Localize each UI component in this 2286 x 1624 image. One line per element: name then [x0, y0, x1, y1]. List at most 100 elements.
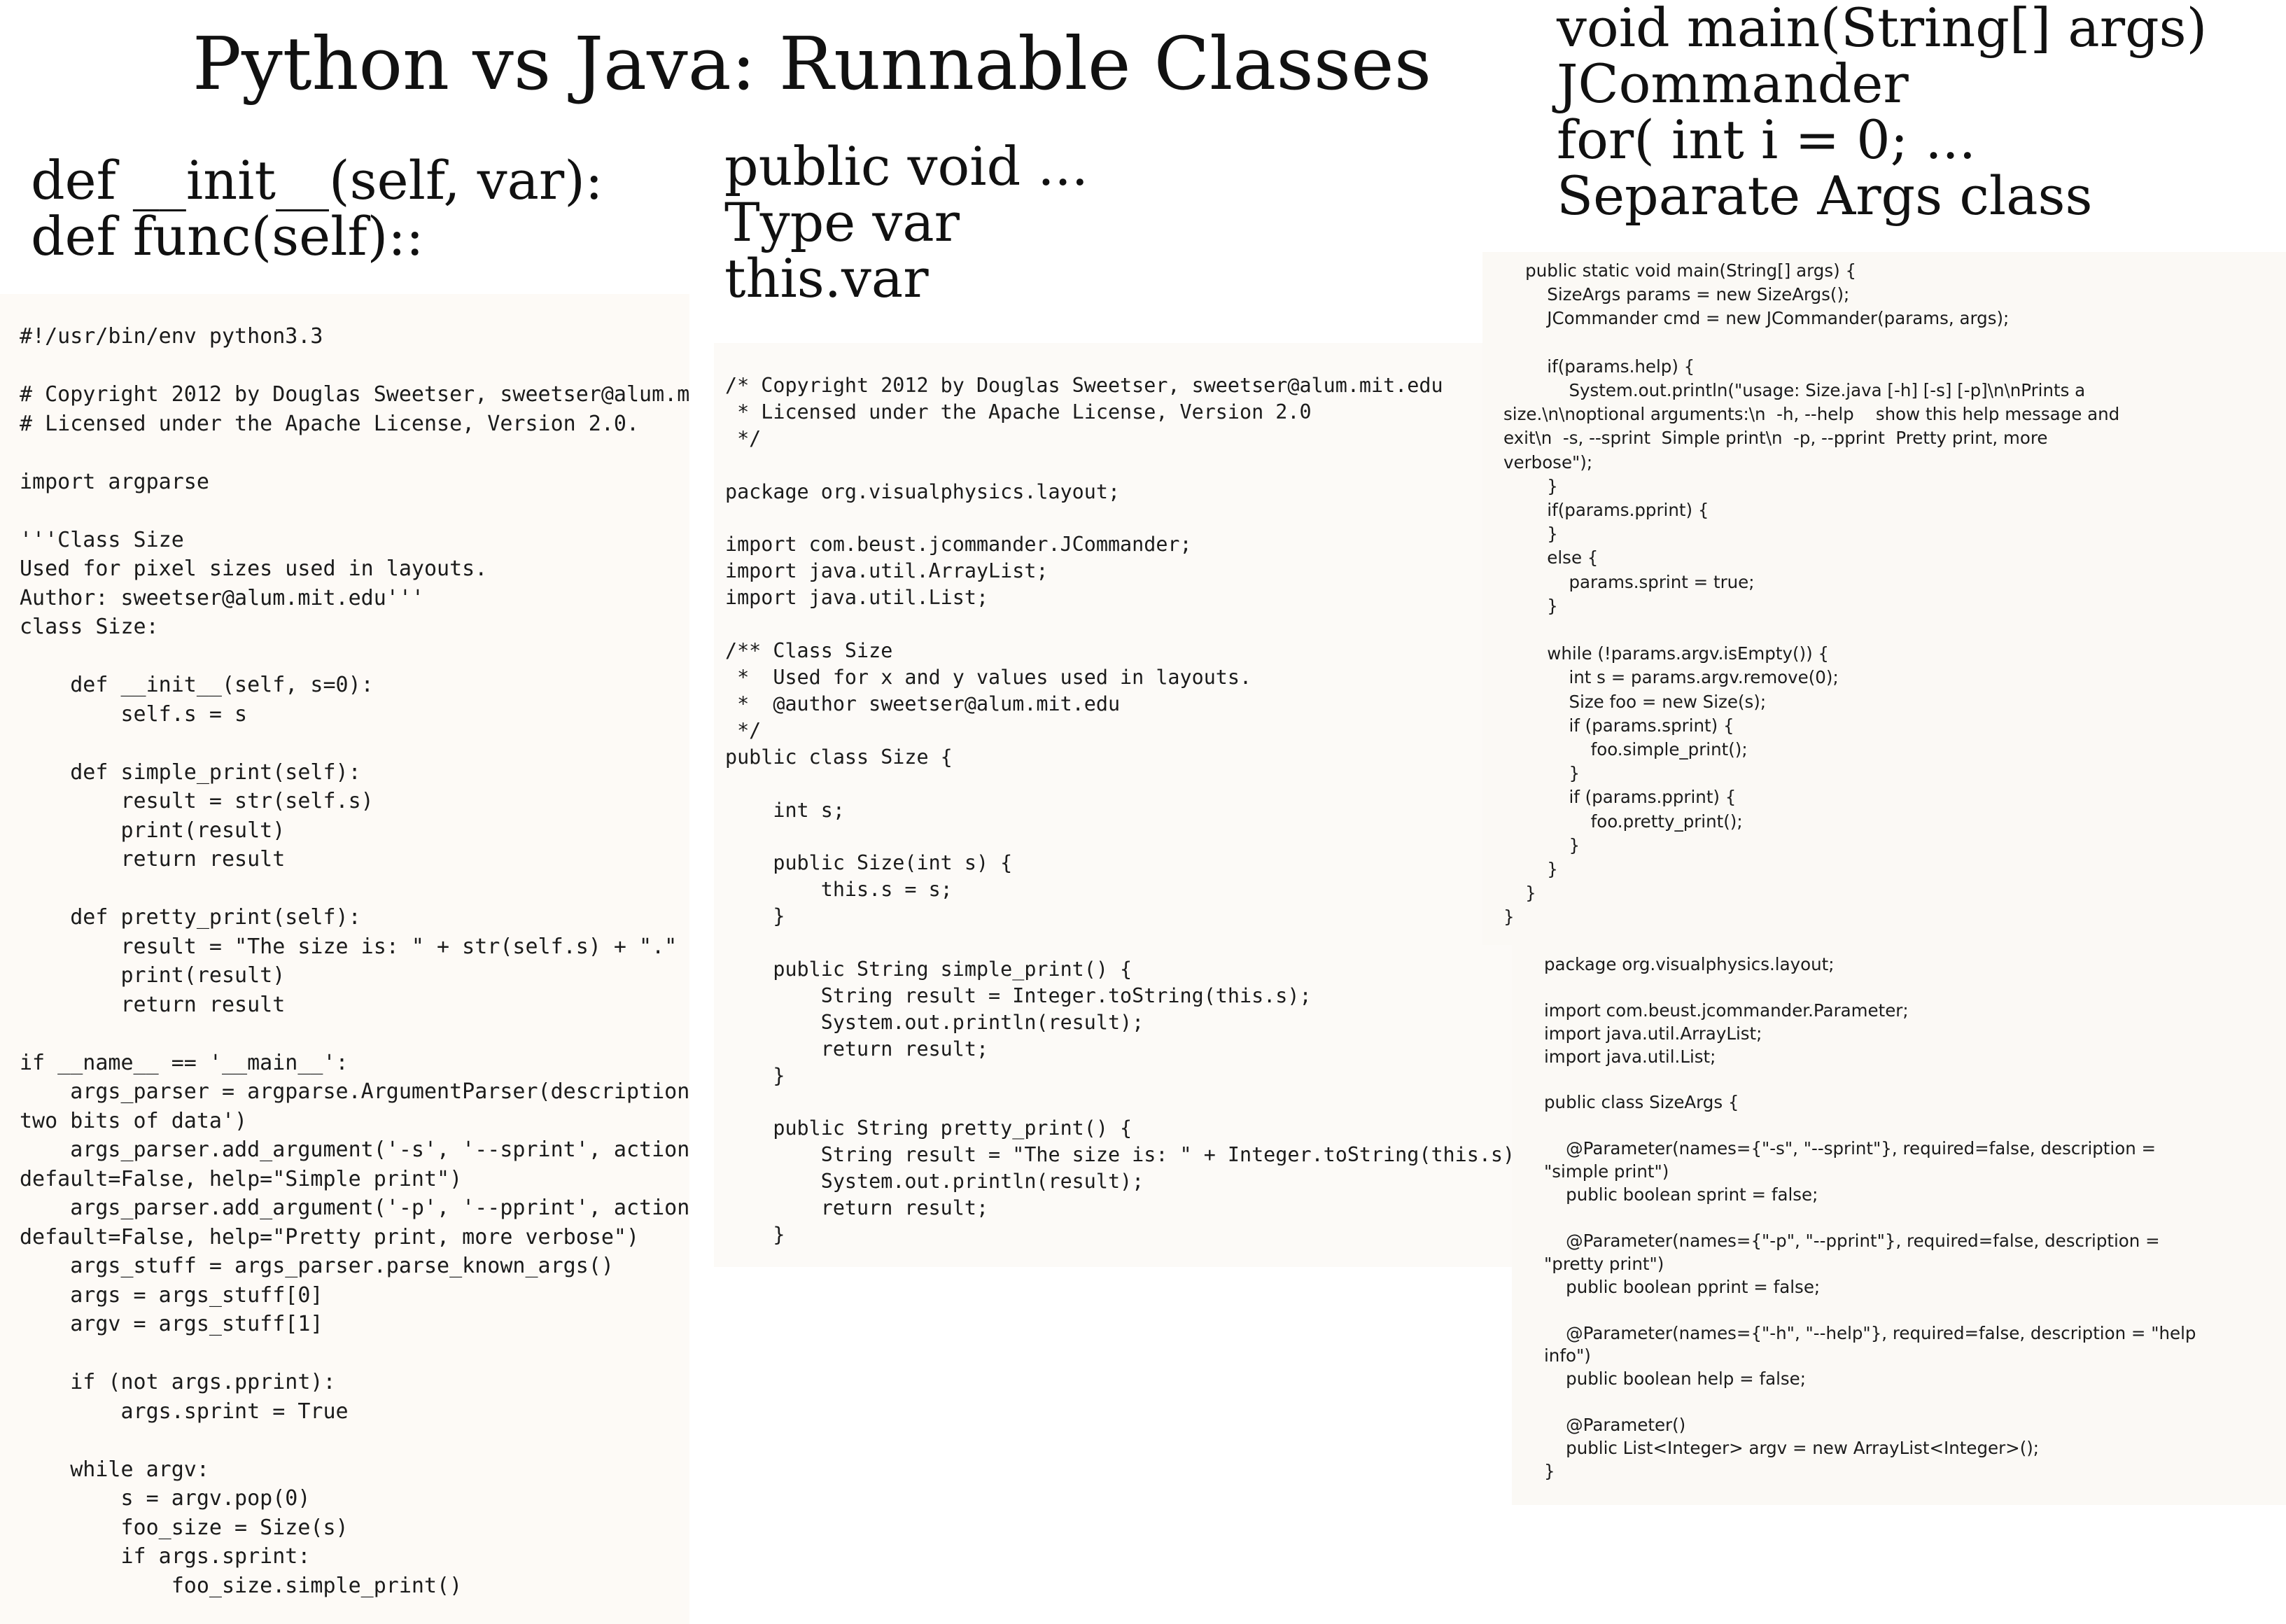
code-line: @Parameter(names={"-s", "--sprint"}, req… — [1544, 1138, 2157, 1159]
code-line: def simple_print(self): — [20, 760, 361, 785]
code-line: package org.visualphysics.layout; — [1544, 954, 1835, 974]
code-line: if(params.pprint) { — [1503, 500, 1709, 521]
code-line: } — [725, 1063, 785, 1087]
code-line: if (not args.pprint): — [20, 1370, 336, 1394]
code-line: foo_size.simple_print() — [20, 1573, 463, 1598]
code-line: import argparse — [20, 469, 209, 494]
code-line: public List<Integer> argv = new ArrayLis… — [1544, 1438, 2040, 1459]
java-main-code-scan: public static void main(String[] args) {… — [1482, 252, 2286, 945]
code-line: } — [725, 904, 785, 928]
code-line: @Parameter() — [1544, 1415, 1686, 1436]
code-line: } — [1503, 859, 1558, 880]
code-line: exit\n -s, --sprint Simple print\n -p, -… — [1503, 428, 2048, 449]
code-line: import com.beust.jcommander.JCommander; — [725, 533, 1192, 556]
code-line: if(params.help) { — [1503, 356, 1695, 377]
code-line: * @author sweetser@alum.mit.edu — [725, 692, 1121, 715]
code-line: args_parser.add_argument('-p', '--pprint… — [20, 1196, 689, 1220]
code-line: result = str(self.s) — [20, 789, 374, 813]
code-line: # Copyright 2012 by Douglas Sweetser, sw… — [20, 382, 689, 407]
code-line: System.out.println(result); — [725, 1010, 1144, 1034]
code-line: info") — [1544, 1345, 1591, 1366]
code-line: */ — [725, 426, 762, 450]
code-line: params.sprint = true; — [1503, 571, 1755, 592]
code-line: } — [1503, 906, 1515, 927]
page-title: Python vs Java: Runnable Classes — [192, 21, 1432, 106]
code-line: public Size(int s) { — [725, 851, 1013, 875]
code-line: for( int i = 0; ... — [1557, 108, 1976, 171]
code-line: JCommander — [1557, 52, 1909, 115]
code-line: } — [1503, 595, 1558, 616]
code-line: '''Class Size — [20, 527, 184, 552]
code-line: while (!params.argv.isEmpty()) { — [1503, 643, 1830, 664]
code-line: else { — [1503, 547, 1599, 568]
java-sizeargs-code-scan: package org.visualphysics.layout; import… — [1512, 945, 2286, 1505]
code-line: while argv: — [20, 1457, 209, 1482]
code-line: public boolean pprint = false; — [1544, 1276, 1821, 1297]
code-line: System.out.println(result); — [725, 1170, 1144, 1194]
code-line: args_parser.add_argument('-s', '--sprint… — [20, 1138, 689, 1162]
code-line: two bits of data') — [20, 1108, 248, 1133]
java-size-code-listing: /* Copyright 2012 by Douglas Sweetser, s… — [725, 372, 1526, 1248]
code-line: def func(self):: — [31, 205, 424, 267]
code-line: String result = Integer.toString(this.s)… — [725, 983, 1312, 1007]
code-line: # Licensed under the Apache License, Ver… — [20, 411, 640, 436]
code-line: */ — [725, 718, 762, 742]
code-line: int s; — [725, 798, 845, 822]
code-line: public String simple_print() { — [725, 957, 1133, 981]
code-line: } — [1503, 763, 1580, 784]
code-line: foo.pretty_print(); — [1503, 811, 1743, 832]
code-line: if (params.sprint) { — [1503, 715, 1734, 736]
code-line: args = args_stuff[0] — [20, 1282, 323, 1308]
code-line: result = "The size is: " + str(self.s) +… — [20, 934, 678, 959]
code-line: args_parser = argparse.ArgumentParser(de… — [20, 1079, 689, 1104]
java-main-notes: void main(String[] args) JCommander for( i… — [1557, 0, 2207, 224]
code-line: * Licensed under the Apache License, Ver… — [725, 400, 1312, 424]
code-line: package org.visualphysics.layout; — [725, 479, 1121, 503]
code-line: Author: sweetser@alum.mit.edu''' — [20, 585, 424, 610]
code-line: if (params.pprint) { — [1503, 787, 1737, 808]
code-line: return result; — [725, 1196, 989, 1220]
code-line: def __init__(self, s=0): — [20, 673, 374, 697]
code-line: return result — [20, 847, 286, 872]
code-line: * Used for x and y values used in layout… — [725, 665, 1252, 689]
python-code-listing: #!/usr/bin/env python3.3 # Copyright 201… — [20, 322, 689, 1600]
code-line: public void ... — [724, 135, 1088, 197]
code-line: public class SizeArgs { — [1544, 1092, 1739, 1113]
code-line: } — [1503, 834, 1580, 855]
code-line: args_stuff = args_parser.parse_known_arg… — [20, 1254, 614, 1278]
code-line: size.\n\noptional arguments:\n -h, --hel… — [1503, 404, 2120, 425]
code-line: argv = args_stuff[1] — [20, 1312, 323, 1336]
code-line: public boolean help = false; — [1544, 1368, 1806, 1390]
code-line: "simple print") — [1544, 1161, 1669, 1182]
code-line: print(result) — [20, 963, 286, 988]
code-line: SizeArgs params = new SizeArgs(); — [1503, 284, 1850, 305]
code-line: def pretty_print(self): — [20, 905, 361, 930]
code-line: import java.util.ArrayList; — [1544, 1023, 1762, 1044]
code-line: def __init__(self, var): — [31, 149, 603, 211]
java-notes: public void ... Type var this.var — [724, 139, 1088, 307]
code-line: } — [1503, 475, 1558, 496]
code-line: @Parameter(names={"-p", "--pprint"}, req… — [1544, 1230, 2160, 1251]
code-line: JCommander cmd = new JCommander(params, … — [1503, 308, 2010, 329]
code-line: import java.util.List; — [725, 586, 989, 610]
code-line: } — [1503, 524, 1558, 545]
code-line: return result; — [725, 1037, 989, 1060]
code-line: args.sprint = True — [20, 1399, 349, 1424]
code-line: } — [1544, 1460, 1555, 1481]
code-line: foo_size = Size(s) — [20, 1515, 349, 1540]
code-line: /** Class Size — [725, 639, 893, 663]
